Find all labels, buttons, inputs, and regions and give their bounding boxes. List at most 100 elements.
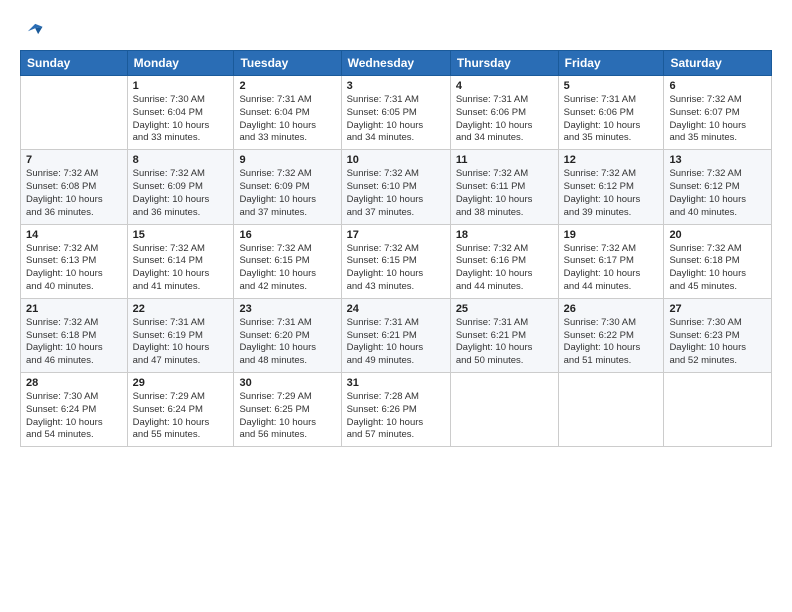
day-info: Sunrise: 7:32 AM Sunset: 6:12 PM Dayligh… — [564, 168, 659, 219]
calendar-day-cell: 25 Sunrise: 7:31 AM Sunset: 6:21 PM Dayli… — [450, 298, 558, 372]
weekday-header: Thursday — [450, 51, 558, 76]
day-number: 19 — [564, 229, 659, 241]
calendar-day-cell: 16 Sunrise: 7:32 AM Sunset: 6:15 PM Dayli… — [234, 224, 341, 298]
weekday-header: Wednesday — [341, 51, 450, 76]
day-number: 8 — [133, 154, 229, 166]
header — [20, 18, 772, 40]
day-info: Sunrise: 7:32 AM Sunset: 6:09 PM Dayligh… — [133, 168, 229, 219]
calendar-day-cell — [558, 373, 664, 447]
day-info: Sunrise: 7:32 AM Sunset: 6:16 PM Dayligh… — [456, 243, 553, 294]
calendar-day-cell: 4 Sunrise: 7:31 AM Sunset: 6:06 PM Daylig… — [450, 76, 558, 150]
day-number: 1 — [133, 80, 229, 92]
day-number: 16 — [239, 229, 335, 241]
day-info: Sunrise: 7:32 AM Sunset: 6:14 PM Dayligh… — [133, 243, 229, 294]
day-info: Sunrise: 7:29 AM Sunset: 6:25 PM Dayligh… — [239, 391, 335, 442]
day-number: 22 — [133, 303, 229, 315]
day-number: 12 — [564, 154, 659, 166]
calendar-day-cell — [450, 373, 558, 447]
page: SundayMondayTuesdayWednesdayThursdayFrid… — [0, 0, 792, 612]
calendar-day-cell: 2 Sunrise: 7:31 AM Sunset: 6:04 PM Daylig… — [234, 76, 341, 150]
day-number: 18 — [456, 229, 553, 241]
day-info: Sunrise: 7:32 AM Sunset: 6:15 PM Dayligh… — [347, 243, 445, 294]
calendar-day-cell: 22 Sunrise: 7:31 AM Sunset: 6:19 PM Dayli… — [127, 298, 234, 372]
calendar-day-cell: 21 Sunrise: 7:32 AM Sunset: 6:18 PM Dayli… — [21, 298, 128, 372]
day-number: 9 — [239, 154, 335, 166]
day-number: 3 — [347, 80, 445, 92]
calendar-week-row: 1 Sunrise: 7:30 AM Sunset: 6:04 PM Daylig… — [21, 76, 772, 150]
calendar-day-cell: 20Sunrise: 7:32 AM Sunset: 6:18 PM Dayli… — [664, 224, 772, 298]
day-number: 27 — [669, 303, 766, 315]
day-info: Sunrise: 7:31 AM Sunset: 6:06 PM Dayligh… — [564, 94, 659, 145]
calendar-day-cell: 27 Sunrise: 7:30 AM Sunset: 6:23 PM Dayli… — [664, 298, 772, 372]
calendar-day-cell: 9 Sunrise: 7:32 AM Sunset: 6:09 PM Daylig… — [234, 150, 341, 224]
weekday-header: Sunday — [21, 51, 128, 76]
calendar-day-cell: 5 Sunrise: 7:31 AM Sunset: 6:06 PM Daylig… — [558, 76, 664, 150]
calendar-day-cell: 23 Sunrise: 7:31 AM Sunset: 6:20 PM Dayli… — [234, 298, 341, 372]
calendar-week-row: 14 Sunrise: 7:32 AM Sunset: 6:13 PM Dayli… — [21, 224, 772, 298]
day-info: Sunrise: 7:30 AM Sunset: 6:24 PM Dayligh… — [26, 391, 122, 442]
day-number: 7 — [26, 154, 122, 166]
day-number: 25 — [456, 303, 553, 315]
calendar-header-row: SundayMondayTuesdayWednesdayThursdayFrid… — [21, 51, 772, 76]
day-info: Sunrise: 7:32 AM Sunset: 6:13 PM Dayligh… — [26, 243, 122, 294]
weekday-header: Tuesday — [234, 51, 341, 76]
day-info: Sunrise: 7:30 AM Sunset: 6:22 PM Dayligh… — [564, 317, 659, 368]
day-number: 11 — [456, 154, 553, 166]
calendar-day-cell: 17 Sunrise: 7:32 AM Sunset: 6:15 PM Dayli… — [341, 224, 450, 298]
day-info: Sunrise: 7:32 AM Sunset: 6:18 PM Dayligh… — [669, 243, 766, 294]
logo-bird-icon — [22, 18, 44, 40]
calendar-day-cell: 13 Sunrise: 7:32 AM Sunset: 6:12 PM Dayli… — [664, 150, 772, 224]
day-info: Sunrise: 7:31 AM Sunset: 6:20 PM Dayligh… — [239, 317, 335, 368]
day-number: 6 — [669, 80, 766, 92]
calendar-day-cell: 18 Sunrise: 7:32 AM Sunset: 6:16 PM Dayli… — [450, 224, 558, 298]
day-info: Sunrise: 7:31 AM Sunset: 6:21 PM Dayligh… — [347, 317, 445, 368]
calendar-day-cell: 31 Sunrise: 7:28 AM Sunset: 6:26 PM Dayli… — [341, 373, 450, 447]
weekday-header: Saturday — [664, 51, 772, 76]
calendar-day-cell: 3 Sunrise: 7:31 AM Sunset: 6:05 PM Daylig… — [341, 76, 450, 150]
day-info: Sunrise: 7:31 AM Sunset: 6:19 PM Dayligh… — [133, 317, 229, 368]
day-info: Sunrise: 7:32 AM Sunset: 6:17 PM Dayligh… — [564, 243, 659, 294]
day-info: Sunrise: 7:32 AM Sunset: 6:09 PM Dayligh… — [239, 168, 335, 219]
day-number: 21 — [26, 303, 122, 315]
day-info: Sunrise: 7:31 AM Sunset: 6:21 PM Dayligh… — [456, 317, 553, 368]
day-number: 17 — [347, 229, 445, 241]
calendar-week-row: 21 Sunrise: 7:32 AM Sunset: 6:18 PM Dayli… — [21, 298, 772, 372]
day-number: 23 — [239, 303, 335, 315]
calendar-day-cell: 30 Sunrise: 7:29 AM Sunset: 6:25 PM Dayli… — [234, 373, 341, 447]
day-info: Sunrise: 7:28 AM Sunset: 6:26 PM Dayligh… — [347, 391, 445, 442]
day-number: 4 — [456, 80, 553, 92]
day-number: 29 — [133, 377, 229, 389]
calendar-day-cell: 26Sunrise: 7:30 AM Sunset: 6:22 PM Dayli… — [558, 298, 664, 372]
day-info: Sunrise: 7:32 AM Sunset: 6:18 PM Dayligh… — [26, 317, 122, 368]
day-info: Sunrise: 7:31 AM Sunset: 6:05 PM Dayligh… — [347, 94, 445, 145]
day-info: Sunrise: 7:32 AM Sunset: 6:12 PM Dayligh… — [669, 168, 766, 219]
calendar-day-cell: 19 Sunrise: 7:32 AM Sunset: 6:17 PM Dayli… — [558, 224, 664, 298]
calendar-day-cell — [21, 76, 128, 150]
day-info: Sunrise: 7:32 AM Sunset: 6:11 PM Dayligh… — [456, 168, 553, 219]
day-info: Sunrise: 7:31 AM Sunset: 6:04 PM Dayligh… — [239, 94, 335, 145]
calendar-day-cell — [664, 373, 772, 447]
day-number: 10 — [347, 154, 445, 166]
day-number: 5 — [564, 80, 659, 92]
day-number: 2 — [239, 80, 335, 92]
day-number: 14 — [26, 229, 122, 241]
day-info: Sunrise: 7:29 AM Sunset: 6:24 PM Dayligh… — [133, 391, 229, 442]
calendar-day-cell: 24 Sunrise: 7:31 AM Sunset: 6:21 PM Dayli… — [341, 298, 450, 372]
day-number: 13 — [669, 154, 766, 166]
day-info: Sunrise: 7:31 AM Sunset: 6:06 PM Dayligh… — [456, 94, 553, 145]
calendar-day-cell: 8 Sunrise: 7:32 AM Sunset: 6:09 PM Daylig… — [127, 150, 234, 224]
day-info: Sunrise: 7:32 AM Sunset: 6:15 PM Dayligh… — [239, 243, 335, 294]
day-info: Sunrise: 7:30 AM Sunset: 6:23 PM Dayligh… — [669, 317, 766, 368]
day-info: Sunrise: 7:30 AM Sunset: 6:04 PM Dayligh… — [133, 94, 229, 145]
day-number: 28 — [26, 377, 122, 389]
calendar-week-row: 28 Sunrise: 7:30 AM Sunset: 6:24 PM Dayli… — [21, 373, 772, 447]
day-number: 30 — [239, 377, 335, 389]
calendar-day-cell: 28 Sunrise: 7:30 AM Sunset: 6:24 PM Dayli… — [21, 373, 128, 447]
weekday-header: Monday — [127, 51, 234, 76]
day-number: 24 — [347, 303, 445, 315]
calendar-day-cell: 11 Sunrise: 7:32 AM Sunset: 6:11 PM Dayli… — [450, 150, 558, 224]
day-number: 31 — [347, 377, 445, 389]
calendar-table: SundayMondayTuesdayWednesdayThursdayFrid… — [20, 50, 772, 447]
calendar-day-cell: 1 Sunrise: 7:30 AM Sunset: 6:04 PM Daylig… — [127, 76, 234, 150]
calendar-day-cell: 15Sunrise: 7:32 AM Sunset: 6:14 PM Dayli… — [127, 224, 234, 298]
